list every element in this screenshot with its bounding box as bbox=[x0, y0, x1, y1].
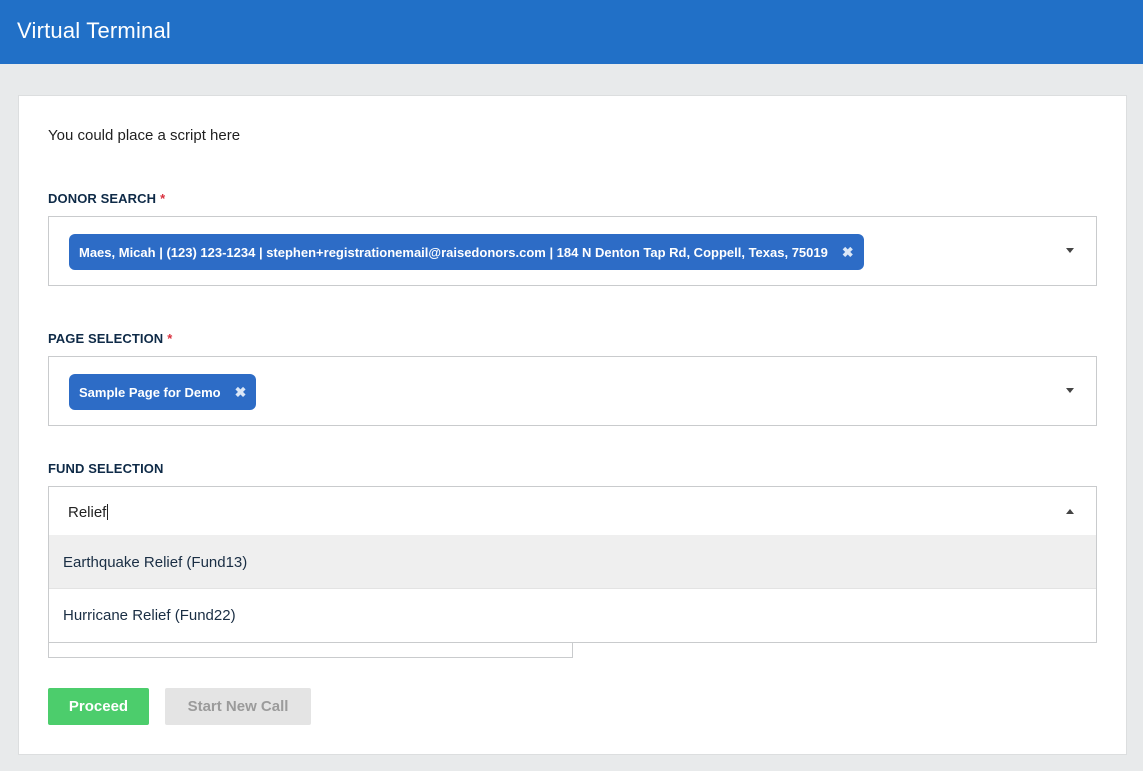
required-mark: * bbox=[167, 331, 173, 346]
donor-selected-text: Maes, Micah | (123) 123-1234 | stephen+r… bbox=[79, 244, 828, 260]
chevron-down-icon[interactable] bbox=[1066, 248, 1074, 253]
fund-selection-label: FUND SELECTION bbox=[48, 461, 164, 476]
page-selected-text: Sample Page for Demo bbox=[79, 384, 221, 400]
required-mark: * bbox=[160, 191, 166, 206]
chevron-down-icon[interactable] bbox=[1066, 388, 1074, 393]
script-text: You could place a script here bbox=[48, 127, 241, 144]
page-selected-tag: Sample Page for Demo ✖ bbox=[69, 374, 257, 410]
donor-selected-tag: Maes, Micah | (123) 123-1234 | stephen+r… bbox=[69, 234, 864, 270]
chevron-up-icon[interactable] bbox=[1066, 509, 1074, 514]
main-card: You could place a script here DONOR SEAR… bbox=[18, 95, 1127, 755]
remove-donor-icon[interactable]: ✖ bbox=[842, 244, 854, 261]
page-selection-label: PAGE SELECTION * bbox=[48, 331, 173, 346]
start-new-call-button[interactable]: Start New Call bbox=[165, 688, 311, 725]
fund-option[interactable]: Hurricane Relief (Fund22) bbox=[49, 588, 1096, 642]
proceed-button[interactable]: Proceed bbox=[48, 688, 149, 725]
page-selection-select[interactable]: Sample Page for Demo ✖ bbox=[48, 356, 1097, 426]
donor-search-select[interactable]: Maes, Micah | (123) 123-1234 | stephen+r… bbox=[48, 216, 1097, 286]
remove-page-icon[interactable]: ✖ bbox=[235, 384, 247, 401]
donor-search-label: DONOR SEARCH * bbox=[48, 191, 166, 206]
fund-option[interactable]: Earthquake Relief (Fund13) bbox=[49, 535, 1096, 589]
text-cursor bbox=[107, 504, 109, 520]
page-title: Virtual Terminal bbox=[17, 18, 172, 43]
fund-search-input[interactable]: Relief bbox=[49, 487, 1096, 535]
header-bar: Virtual Terminal bbox=[0, 0, 1143, 64]
fund-selection-dropdown[interactable]: Relief Earthquake Relief (Fund13) Hurric… bbox=[48, 486, 1097, 643]
